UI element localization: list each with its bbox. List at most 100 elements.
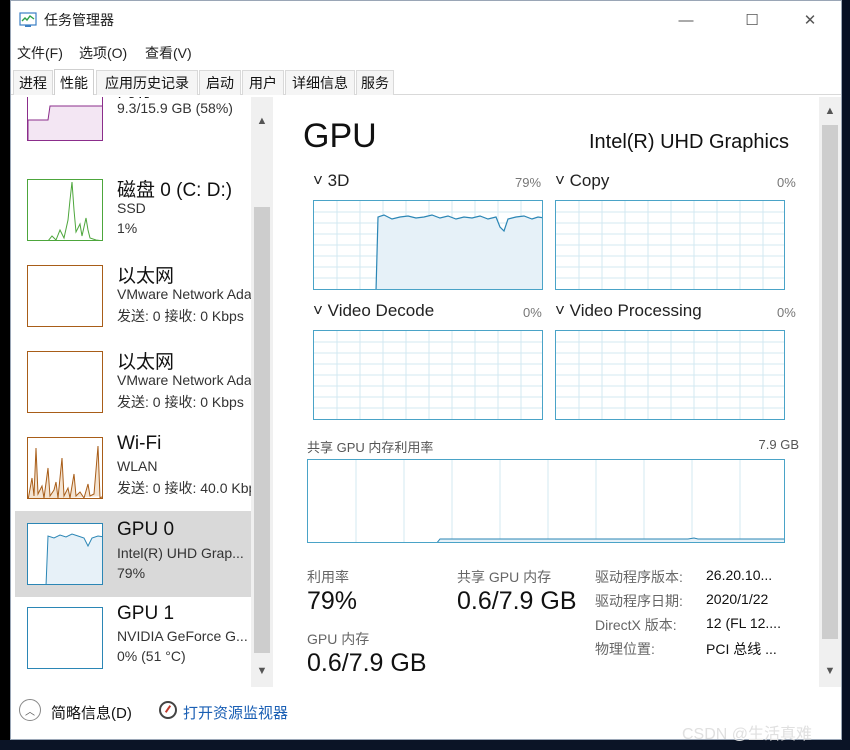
resource-usage: 发送: 0 接收: 40.0 Kbps — [117, 480, 264, 496]
resource-item-disk[interactable]: 磁盘 0 (C: D:) SSD 1% — [15, 169, 251, 255]
fewer-details-button[interactable]: 简略信息(D) — [51, 702, 132, 723]
resource-detail: WLAN — [117, 458, 158, 474]
engine-percent: 0% — [777, 175, 796, 190]
maximize-button[interactable]: ☐ — [729, 1, 775, 39]
engine-label: Copy — [569, 171, 610, 190]
resource-name: 以太网 — [117, 266, 175, 287]
menu-view[interactable]: 查看(V) — [145, 43, 192, 63]
disk-thumbnail — [27, 179, 103, 241]
resource-item-gpu-0[interactable]: GPU 0 Intel(R) UHD Grap... 79% — [15, 511, 251, 597]
directx-version-value: 12 (FL 12.... — [706, 615, 781, 631]
task-manager-window: 任务管理器 — ☐ ✕ 文件(F) 选项(O) 查看(V) 进程 性能 应用历史… — [10, 0, 842, 740]
resource-item-gpu-1[interactable]: GPU 1 NVIDIA GeForce G... 0% (51 °C) — [15, 597, 251, 683]
scrollbar-thumb[interactable] — [254, 207, 270, 653]
tab-bar: 进程 性能 应用历史记录 启动 用户 详细信息 服务 — [11, 69, 841, 95]
physical-location-value: PCI 总线 ... — [706, 641, 777, 657]
open-resource-monitor-link[interactable]: 打开资源监视器 — [183, 702, 288, 723]
resource-list-scrollbar[interactable]: ▲ ▼ — [251, 97, 273, 687]
close-icon: ✕ — [803, 12, 817, 29]
resource-name: 磁盘 0 (C: D:) — [117, 180, 233, 201]
resource-item-ethernet-2[interactable]: 以太网 VMware Network Adapter 发送: 0 接收: 0 K… — [15, 341, 273, 427]
close-button[interactable]: ✕ — [787, 1, 833, 39]
resource-detail: SSD — [117, 200, 146, 216]
window-title: 任务管理器 — [44, 12, 114, 28]
detail-scrollbar[interactable]: ▲ ▼ — [819, 97, 841, 687]
ethernet-thumbnail — [27, 351, 103, 413]
utilization-label: 利用率 — [307, 569, 349, 585]
resource-usage: 1% — [117, 220, 138, 236]
menu-options[interactable]: 选项(O) — [79, 43, 127, 63]
tab-services[interactable]: 服务 — [356, 70, 394, 95]
driver-date-label: 驱动程序日期: — [595, 593, 683, 609]
engine-dropdown-3d[interactable]: ˅ 3D — [313, 171, 349, 191]
tab-startup[interactable]: 启动 — [199, 70, 241, 95]
resource-detail: VMware Network Adapter — [117, 286, 273, 302]
shared-memory-graph — [307, 459, 785, 543]
engine-dropdown-video-decode[interactable]: ˅ Video Decode — [313, 301, 434, 321]
scroll-up-icon[interactable]: ▲ — [819, 103, 841, 119]
tab-performance[interactable]: 性能 — [54, 69, 94, 95]
driver-version-value: 26.20.10... — [706, 567, 773, 583]
tab-app-history[interactable]: 应用历史记录 — [96, 70, 198, 95]
graph-copy-plot — [556, 201, 784, 289]
wifi-thumbnail — [27, 437, 103, 499]
gpu-model-name: Intel(R) UHD Graphics — [588, 131, 789, 153]
resource-item-wifi[interactable]: Wi-Fi WLAN 发送: 0 接收: 40.0 Kbps — [15, 427, 263, 513]
resource-name: GPU 1 — [117, 603, 175, 624]
gpu-1-thumbnail — [27, 607, 103, 669]
resource-usage: 发送: 0 接收: 0 Kbps — [117, 394, 244, 410]
engine-percent: 0% — [777, 305, 796, 320]
minimize-button[interactable]: — — [663, 1, 709, 39]
graph-3d-plot — [314, 201, 542, 289]
title-bar[interactable]: 任务管理器 — ☐ ✕ — [11, 1, 841, 39]
engine-label: Video Processing — [569, 301, 702, 320]
resource-usage: 79% — [117, 565, 146, 581]
resource-usage: 0% (51 °C) — [117, 648, 186, 664]
tab-users[interactable]: 用户 — [242, 70, 284, 95]
chevron-up-icon[interactable]: ︿ — [19, 699, 41, 721]
engine-graph-3d — [313, 200, 543, 290]
shared-memory-label: 共享 GPU 内存利用率 — [307, 440, 434, 455]
engine-dropdown-copy[interactable]: ˅ Copy — [555, 171, 609, 191]
resource-detail: NVIDIA GeForce G... — [117, 628, 248, 644]
engine-label: 3D — [327, 171, 350, 190]
resource-item-ethernet-1[interactable]: 以太网 VMware Network Adapter 发送: 0 接收: 0 K… — [15, 255, 273, 341]
tab-details[interactable]: 详细信息 — [285, 70, 355, 95]
watermark: CSDN @生活真难 — [682, 726, 813, 743]
utilization-value: 79% — [307, 587, 358, 615]
gpu-detail-panel: GPU Intel(R) UHD Graphics ˅ 3D 79% ˅ Cop… — [273, 97, 819, 687]
task-manager-icon — [19, 12, 37, 27]
resource-item-memory[interactable]: 内存 9.3/15.9 GB (58%) — [15, 97, 251, 155]
ethernet-thumbnail — [27, 265, 103, 327]
engine-percent: 79% — [515, 175, 542, 190]
memory-thumbnail — [27, 97, 103, 141]
scroll-down-icon[interactable]: ▼ — [251, 663, 273, 679]
menu-file[interactable]: 文件(F) — [17, 43, 63, 63]
resource-list: 内存 9.3/15.9 GB (58%) 磁盘 0 (C: D:) SSD 1%… — [11, 97, 273, 687]
resource-name: GPU 0 — [117, 519, 175, 540]
resource-detail: Intel(R) UHD Grap... — [117, 545, 244, 561]
desktop-background-left — [0, 0, 10, 750]
gpu-0-thumbnail — [27, 523, 103, 585]
tab-processes[interactable]: 进程 — [13, 70, 53, 95]
minimize-icon: — — [678, 11, 694, 29]
resource-usage: 发送: 0 接收: 0 Kbps — [117, 308, 244, 324]
maximize-icon: ☐ — [745, 12, 759, 29]
engine-dropdown-video-processing[interactable]: ˅ Video Processing — [555, 301, 702, 321]
resource-name: Wi-Fi — [117, 433, 162, 454]
page-title: GPU — [303, 117, 377, 155]
directx-version-label: DirectX 版本: — [595, 617, 677, 633]
desktop-background-right — [842, 0, 850, 750]
scroll-up-icon[interactable]: ▲ — [251, 113, 273, 129]
engine-graph-copy — [555, 200, 785, 290]
physical-location-label: 物理位置: — [595, 641, 655, 657]
scroll-down-icon[interactable]: ▼ — [819, 663, 841, 679]
driver-date-value: 2020/1/22 — [706, 591, 769, 607]
scrollbar-thumb[interactable] — [822, 125, 838, 639]
menu-bar: 文件(F) 选项(O) 查看(V) — [11, 41, 841, 63]
gpu-memory-label: GPU 内存 — [307, 631, 370, 647]
driver-version-label: 驱动程序版本: — [595, 569, 683, 585]
graph-video-processing-plot — [556, 331, 784, 419]
engine-label: Video Decode — [327, 301, 435, 320]
resource-detail: VMware Network Adapter — [117, 372, 273, 388]
